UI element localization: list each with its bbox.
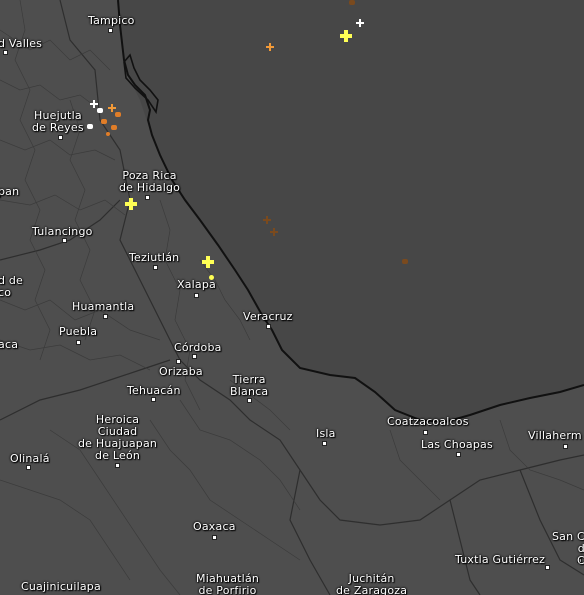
- lightning-strike-white: [87, 124, 93, 129]
- city-label-orizaba: Orizaba: [159, 365, 203, 378]
- city-label-olinala: Olinalá: [10, 452, 50, 465]
- lightning-strike-orange: [111, 125, 117, 130]
- city-label-huajuapan: Heroica Ciudad de Huajuapan de León: [78, 413, 158, 462]
- lightning-strike-orange: [108, 104, 116, 112]
- city-label-puebla: Puebla: [59, 325, 98, 338]
- city-label-juchitan: Juchitán de Zaragoza: [336, 572, 408, 595]
- city-marker: [76, 340, 81, 345]
- lightning-strike-orange: [101, 119, 107, 124]
- city-label-teziutlan: Teziutlán: [129, 251, 180, 264]
- city-marker: [192, 354, 197, 359]
- lightning-strike-yellow: [125, 198, 137, 210]
- city-label-cuajinicuilapa: Cuajinicuilapa: [21, 580, 101, 593]
- lightning-strike-brown: [349, 0, 355, 5]
- city-label-oaxaca: Oaxaca: [193, 520, 236, 533]
- city-label-huamantla: Huamantla: [72, 300, 135, 313]
- lightning-strike-yellow: [209, 275, 214, 280]
- city-marker: [247, 398, 252, 403]
- city-label-isla: Isla: [316, 427, 336, 440]
- city-label-tierrablanca: Tierra Blanca: [230, 373, 269, 398]
- lightning-strike-orange: [106, 132, 110, 136]
- city-marker: [456, 452, 461, 457]
- city-label-tulancingo: Tulancingo: [32, 225, 93, 238]
- city-marker: [115, 463, 120, 468]
- city-marker: [3, 50, 8, 55]
- city-label-villaherm: Villaherm: [528, 429, 582, 442]
- city-marker: [194, 293, 199, 298]
- lightning-strike-yellow: [202, 256, 214, 268]
- city-marker: [151, 397, 156, 402]
- city-marker: [145, 195, 150, 200]
- city-marker: [108, 28, 113, 33]
- city-marker: [153, 265, 158, 270]
- city-marker: [62, 238, 67, 243]
- city-label-laschoapas: Las Choapas: [421, 438, 493, 451]
- city-marker: [103, 314, 108, 319]
- city-marker: [266, 324, 271, 329]
- city-label-xalapa: Xalapa: [177, 278, 216, 291]
- city-marker: [58, 135, 63, 140]
- lightning-strike-white: [90, 100, 98, 108]
- city-label-dde: d de co: [0, 274, 24, 299]
- city-label-coatzacoalcos: Coatzacoalcos: [387, 415, 469, 428]
- city-label-aca: aca: [0, 338, 19, 351]
- city-marker: [423, 430, 428, 435]
- city-label-sanc: San C d C: [552, 530, 584, 567]
- city-marker: [26, 465, 31, 470]
- lightning-strike-brown: [270, 228, 278, 236]
- city-label-miahuatlan: Miahuatlán de Porfirio: [196, 572, 260, 595]
- city-label-cordoba: Córdoba: [174, 341, 222, 354]
- lightning-strike-orange: [115, 112, 121, 117]
- city-marker: [563, 444, 568, 449]
- city-label-tuxtla: Tuxtla Gutiérrez: [455, 553, 546, 566]
- city-marker: [176, 359, 181, 364]
- lightning-strike-yellow: [340, 30, 352, 42]
- city-label-pozarica: Poza Rica de Hidalgo: [119, 169, 181, 194]
- city-marker: [322, 441, 327, 446]
- city-label-huejutla: Huejutla de Reyes: [32, 109, 84, 134]
- city-label-pan: pan: [0, 185, 20, 198]
- lightning-strike-orange: [266, 43, 274, 51]
- map-canvas[interactable]: Tampico d Valles Huejutla de Reyes Poza …: [0, 0, 584, 595]
- city-label-tampico: Tampico: [88, 14, 135, 27]
- city-marker: [545, 565, 550, 570]
- lightning-strike-white: [97, 108, 103, 113]
- lightning-strike-brown: [402, 259, 408, 264]
- city-label-tehuacan: Tehuacán: [127, 384, 181, 397]
- lightning-strike-white: [356, 19, 364, 27]
- city-label-veracruz: Veracruz: [243, 310, 293, 323]
- lightning-strike-brown: [263, 216, 271, 224]
- city-label-valles: d Valles: [0, 37, 43, 50]
- city-marker: [212, 535, 217, 540]
- basemap: [0, 0, 584, 595]
